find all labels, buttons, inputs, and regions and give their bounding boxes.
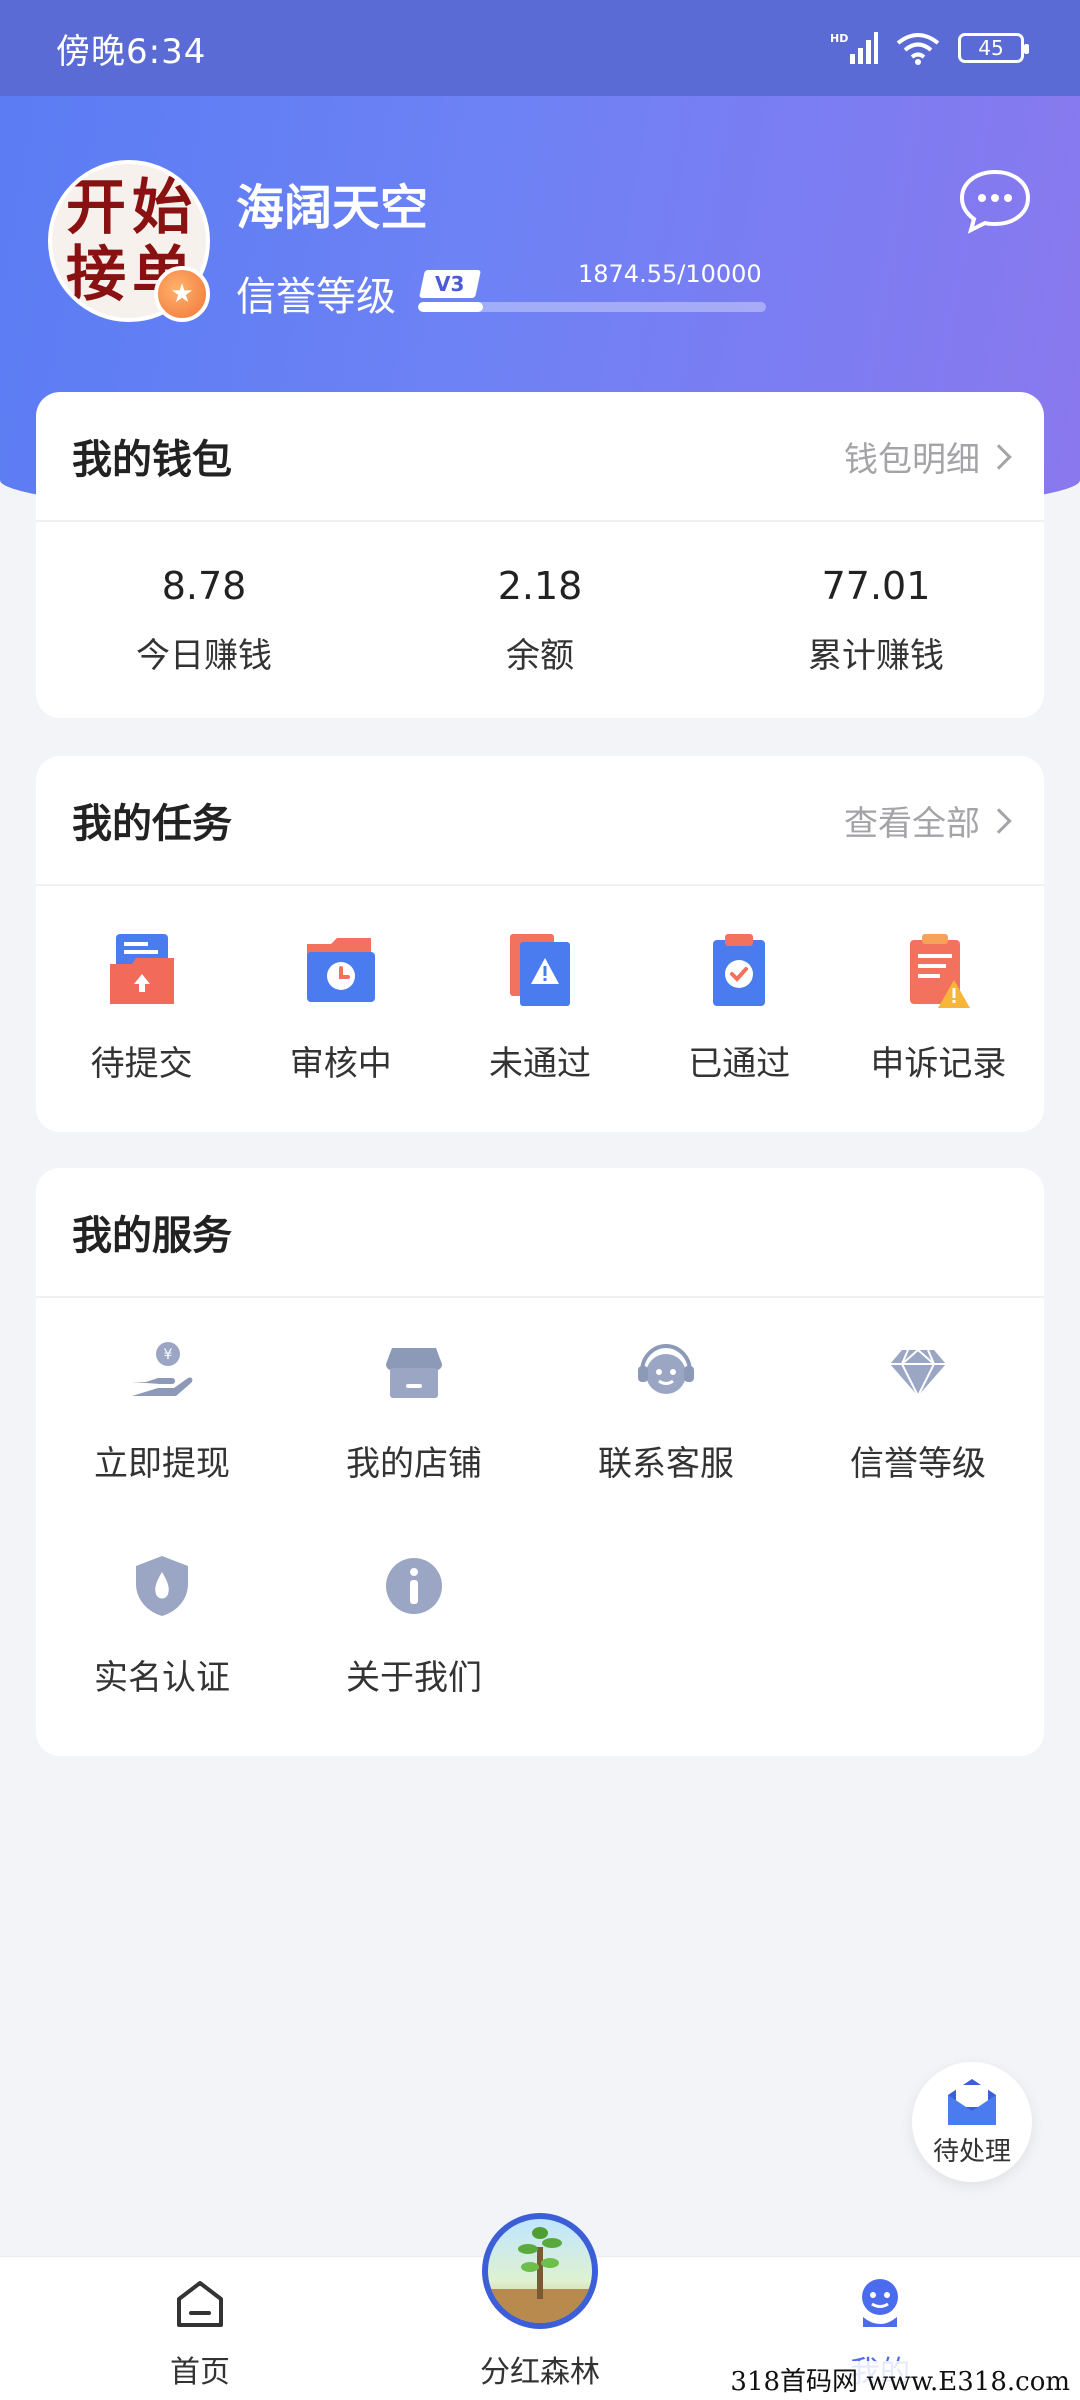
chevron-right-icon xyxy=(986,808,1012,834)
service-my-shop[interactable]: 我的店铺 xyxy=(288,1338,540,1552)
wallet-stat-value: 2.18 xyxy=(497,564,583,608)
task-label: 申诉记录 xyxy=(870,1044,1007,1084)
pending-label: 待处理 xyxy=(932,2136,1011,2167)
service-withdraw[interactable]: ¥ 立即提现 xyxy=(36,1338,288,1552)
task-appeals[interactable]: 申诉记录 xyxy=(839,930,1038,1085)
tasks-header: 我的任务 查看全部 xyxy=(36,756,1044,886)
service-customer-support[interactable]: 联系客服 xyxy=(540,1338,792,1552)
status-bar: 傍晚6:34 HD 45 xyxy=(0,0,1080,96)
info-icon xyxy=(386,1558,442,1614)
task-label: 审核中 xyxy=(289,1044,392,1084)
tab-home[interactable]: 首页 xyxy=(80,2257,320,2400)
wallet-card: 我的钱包 钱包明细 8.78 今日赚钱 2.18 余额 77.01 累计赚钱 xyxy=(36,392,1044,718)
service-label: 实名认证 xyxy=(94,1658,230,1698)
avatar-char: 始 xyxy=(132,172,192,243)
wallet-stat-label: 累计赚钱 xyxy=(808,636,944,676)
wallet-details-label: 钱包明细 xyxy=(844,439,980,480)
svg-text:¥: ¥ xyxy=(164,1347,173,1363)
service-label: 立即提现 xyxy=(94,1444,230,1484)
status-icons: HD 45 xyxy=(830,30,1029,66)
credit-progress-bar xyxy=(418,302,766,312)
wallet-header: 我的钱包 钱包明细 xyxy=(36,392,1044,522)
wallet-title: 我的钱包 xyxy=(72,437,232,483)
wifi-icon xyxy=(896,33,940,65)
profile-icon xyxy=(862,2279,898,2327)
avatar-char: 接 xyxy=(66,239,126,310)
shield-icon xyxy=(136,1556,188,1616)
wallet-stat-today[interactable]: 8.78 今日赚钱 xyxy=(36,558,372,677)
diamond-icon xyxy=(890,1348,946,1399)
credit-level-label: 信誉等级 xyxy=(236,274,396,320)
document-warning-icon xyxy=(510,934,570,1006)
credit-score: 1874.55/10000 xyxy=(578,260,762,288)
task-label: 未通过 xyxy=(489,1044,591,1084)
customer-service-icon xyxy=(638,1343,694,1394)
service-label: 关于我们 xyxy=(346,1658,482,1698)
home-icon xyxy=(177,2281,223,2327)
task-reviewing[interactable]: 审核中 xyxy=(241,930,440,1085)
forest-tree-icon xyxy=(482,2213,598,2329)
wallet-stat-label: 今日赚钱 xyxy=(136,636,272,676)
tab-label: 首页 xyxy=(170,2355,230,2390)
wallet-stat-value: 8.78 xyxy=(161,564,247,608)
mail-icon xyxy=(948,2078,996,2125)
view-all-label: 查看全部 xyxy=(844,803,980,844)
service-label: 信誉等级 xyxy=(850,1444,986,1484)
level-text: V3 xyxy=(435,272,465,296)
tab-label: 分红森林 xyxy=(480,2355,600,2390)
tab-forest[interactable]: 分红森林 xyxy=(420,2213,660,2400)
task-list: 待提交 审核中 未通过 已通过 申诉记录 xyxy=(36,886,1044,1085)
wallet-stat-total[interactable]: 77.01 累计赚钱 xyxy=(708,558,1044,677)
badge-star-icon: ★ xyxy=(154,266,210,322)
service-label: 我的店铺 xyxy=(346,1444,482,1484)
tasks-title: 我的任务 xyxy=(72,801,232,847)
battery-icon: 45 xyxy=(958,33,1029,63)
chevron-right-icon xyxy=(986,444,1012,470)
battery-level: 45 xyxy=(978,36,1004,60)
folder-upload-icon xyxy=(109,934,174,1004)
folder-clock-icon xyxy=(306,938,375,1002)
service-about-us[interactable]: 关于我们 xyxy=(288,1552,540,1766)
status-time: 傍晚6:34 xyxy=(56,31,207,72)
task-pending-submit[interactable]: 待提交 xyxy=(42,930,241,1085)
task-rejected[interactable]: 未通过 xyxy=(440,930,639,1085)
network-type: HD xyxy=(830,32,848,45)
service-real-name-auth[interactable]: 实名认证 xyxy=(36,1552,288,1766)
signal-icon: HD xyxy=(830,32,878,64)
wallet-stat-label: 余额 xyxy=(506,636,574,676)
wallet-stats: 8.78 今日赚钱 2.18 余额 77.01 累计赚钱 xyxy=(36,522,1044,677)
shop-icon xyxy=(386,1348,442,1398)
task-approved[interactable]: 已通过 xyxy=(640,930,839,1085)
message-icon[interactable] xyxy=(958,168,1032,234)
pending-fab-button[interactable]: 待处理 xyxy=(912,2062,1032,2182)
credit-progress-fill xyxy=(418,302,484,312)
watermark: 318首码网 www.E318.com xyxy=(726,2361,1074,2398)
services-header: 我的服务 xyxy=(36,1168,1044,1298)
profile-section: 开 始 接 单 ★ 海阔天空 信誉等级 V3 1874.55/10000 xyxy=(48,160,1032,330)
task-label: 已通过 xyxy=(688,1044,791,1084)
wallet-stat-value: 77.01 xyxy=(821,564,931,608)
service-list: ¥ 立即提现 我的店铺 联系客服 信誉等级 实名认证 关于我们 xyxy=(36,1298,1044,1766)
view-all-link[interactable]: 查看全部 xyxy=(844,796,1012,845)
services-title: 我的服务 xyxy=(72,1213,232,1259)
services-card: 我的服务 ¥ 立即提现 我的店铺 联系客服 信誉等级 实名认证 关于我们 xyxy=(36,1168,1044,1756)
tasks-card: 我的任务 查看全部 待提交 审核中 未通过 已通过 申诉记录 xyxy=(36,756,1044,1132)
withdraw-icon: ¥ xyxy=(132,1342,193,1396)
avatar-char: 开 xyxy=(66,172,126,243)
service-credit-level[interactable]: 信誉等级 xyxy=(792,1338,1044,1552)
level-badge: V3 xyxy=(419,270,481,298)
wallet-details-link[interactable]: 钱包明细 xyxy=(844,432,1012,481)
service-label: 联系客服 xyxy=(598,1444,734,1484)
username: 海阔天空 xyxy=(236,180,429,236)
task-label: 待提交 xyxy=(90,1044,193,1084)
clipboard-check-icon xyxy=(713,934,766,1006)
wallet-stat-balance[interactable]: 2.18 余额 xyxy=(372,558,708,677)
report-warning-icon xyxy=(910,934,971,1008)
